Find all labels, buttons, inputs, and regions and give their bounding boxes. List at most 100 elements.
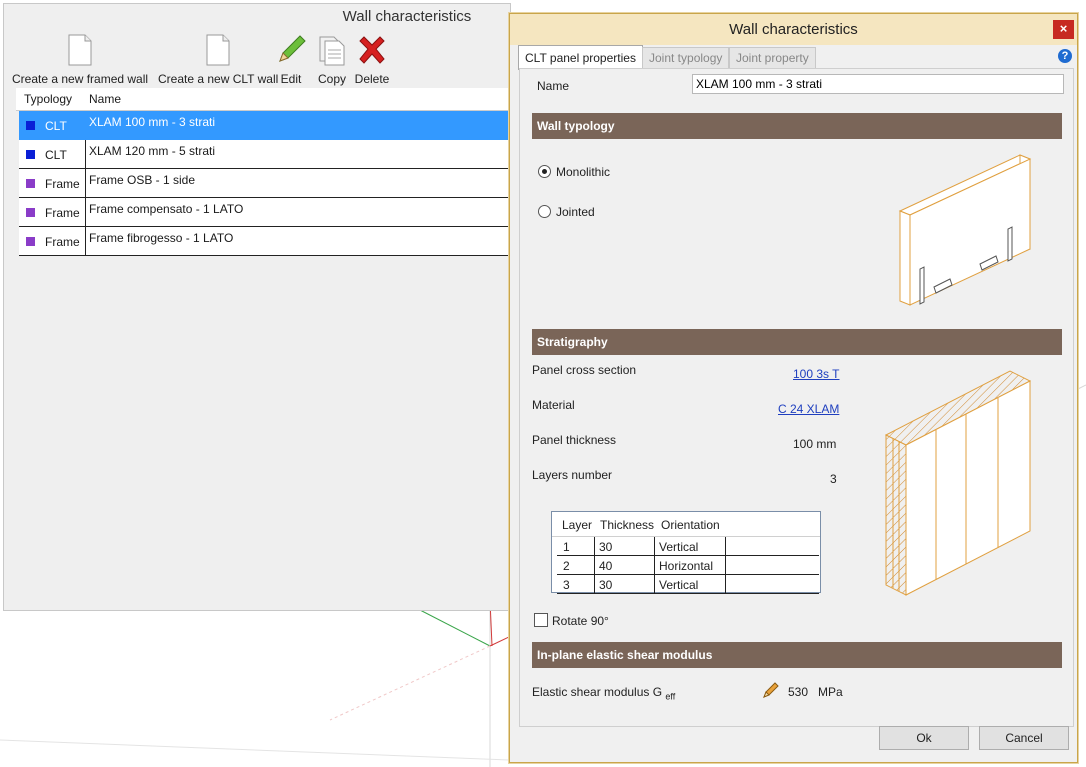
table-row[interactable]: 2 40 Horizontal	[557, 556, 819, 575]
shear-modulus-label-text: Elastic shear modulus G	[532, 685, 663, 699]
column-header-thickness: Thickness	[600, 518, 655, 532]
table-cell: 40	[599, 559, 613, 573]
column-divider	[85, 227, 86, 255]
row-name: Frame fibrogesso - 1 LATO	[89, 231, 234, 245]
stratigraphy-table: Layer Thickness Orientation 1 30 Vertical 2…	[551, 511, 821, 594]
panel-cross-section-label: Panel cross section	[532, 363, 637, 377]
layers-number-label: Layers number	[532, 468, 613, 482]
name-input[interactable]	[692, 74, 1064, 94]
column-divider	[654, 537, 655, 555]
column-header-name[interactable]: Name	[89, 88, 121, 110]
cancel-button[interactable]: Cancel	[979, 726, 1069, 750]
wall-list-grid: Typology Name CLT XLAM 100 mm - 3 strati C…	[16, 88, 510, 610]
table-row[interactable]: CLT XLAM 120 mm - 5 strati	[19, 140, 510, 169]
row-name: Frame OSB - 1 side	[89, 173, 196, 187]
panel-thickness-label: Panel thickness	[532, 433, 617, 447]
monolithic-wall-illustration	[898, 154, 1032, 306]
wall-typology-header: Wall typology	[532, 113, 1062, 139]
column-divider	[654, 575, 655, 593]
table-row[interactable]: Frame Frame compensato - 1 LATO	[19, 198, 510, 227]
table-cell: 30	[599, 540, 613, 554]
row-typology: CLT	[45, 119, 67, 133]
tab-joint-property[interactable]: Joint property	[729, 47, 816, 69]
column-divider	[654, 556, 655, 574]
tab-clt-panel-properties[interactable]: CLT panel properties	[518, 45, 643, 70]
column-header-orientation: Orientation	[661, 518, 720, 532]
table-row[interactable]: 3 30 Vertical	[557, 575, 819, 594]
help-icon[interactable]: ?	[1058, 49, 1072, 63]
row-name: XLAM 120 mm - 5 strati	[89, 144, 216, 158]
stratigraphy-header: Stratigraphy	[532, 329, 1062, 355]
material-link[interactable]: C 24 XLAM	[778, 402, 839, 416]
delete-button[interactable]: Delete	[354, 34, 390, 86]
name-label: Name	[537, 79, 570, 93]
row-typology: Frame	[45, 206, 80, 220]
typology-color-swatch	[26, 208, 35, 217]
table-cell: Horizontal	[659, 559, 714, 573]
row-typology: Frame	[45, 177, 80, 191]
column-divider	[725, 556, 726, 574]
dialog-title: Wall characteristics	[729, 21, 858, 38]
monolithic-label: Monolithic	[556, 165, 611, 179]
column-divider	[725, 537, 726, 555]
edit-button[interactable]: Edit	[276, 34, 306, 86]
column-header-typology[interactable]: Typology	[24, 88, 72, 110]
tab-joint-typology[interactable]: Joint typology	[642, 47, 730, 69]
layers-number-value: 3	[830, 472, 837, 486]
typology-color-swatch	[26, 121, 35, 130]
wall-characteristics-dialog: Wall characteristics × CLT panel propert…	[509, 13, 1078, 763]
row-typology: CLT	[45, 148, 67, 162]
table-cell: 30	[599, 578, 613, 592]
jointed-radio[interactable]	[538, 205, 551, 218]
table-row[interactable]: CLT XLAM 100 mm - 3 strati	[19, 111, 510, 140]
table-cell: 3	[563, 578, 570, 592]
panel-thickness-value: 100 mm	[793, 437, 837, 451]
wall-list-window: Wall characteristics Create a new framed…	[3, 3, 511, 611]
column-divider	[85, 169, 86, 197]
column-divider	[594, 537, 595, 555]
table-row[interactable]: 1 30 Vertical	[557, 537, 819, 556]
table-row[interactable]: Frame Frame fibrogesso - 1 LATO	[19, 227, 510, 256]
copy-icon	[319, 36, 345, 66]
typology-color-swatch	[26, 237, 35, 246]
shear-modulus-unit: MPa	[818, 685, 843, 699]
edit-pencil-icon[interactable]	[762, 681, 780, 699]
monolithic-radio[interactable]	[538, 165, 551, 178]
row-typology: Frame	[45, 235, 80, 249]
new-document-icon	[68, 34, 92, 66]
shear-modulus-header: In-plane elastic shear modulus	[532, 642, 1062, 668]
row-name: Frame compensato - 1 LATO	[89, 202, 244, 216]
column-divider	[594, 556, 595, 574]
create-clt-wall-button[interactable]: Create a new CLT wall	[158, 34, 278, 86]
close-icon[interactable]: ×	[1053, 20, 1074, 39]
jointed-label: Jointed	[556, 205, 595, 219]
create-framed-wall-button[interactable]: Create a new framed wall	[12, 34, 148, 86]
row-name: XLAM 100 mm - 3 strati	[89, 115, 216, 129]
column-divider	[85, 140, 86, 168]
rotate-90-label: Rotate 90°	[552, 614, 609, 628]
table-row[interactable]: Frame Frame OSB - 1 side	[19, 169, 510, 198]
copy-label: Copy	[317, 72, 346, 86]
shear-modulus-value: 530	[788, 685, 809, 699]
shear-modulus-subscript: eff	[665, 691, 676, 702]
shear-modulus-label: Elastic shear modulus G eff	[532, 685, 675, 701]
column-divider	[725, 575, 726, 593]
column-divider	[85, 111, 86, 139]
column-divider	[594, 575, 595, 593]
table-cell: 1	[563, 540, 570, 554]
delete-x-icon	[359, 36, 385, 64]
table-cell: Vertical	[659, 540, 699, 554]
delete-label: Delete	[354, 72, 390, 86]
column-header-layer: Layer	[562, 518, 593, 532]
copy-button[interactable]: Copy	[316, 34, 348, 86]
typology-color-swatch	[26, 179, 35, 188]
typology-color-swatch	[26, 150, 35, 159]
create-framed-wall-label: Create a new framed wall	[12, 72, 149, 86]
clt-panel-properties-panel: Name Wall typology Monolithic Jointed St…	[519, 68, 1074, 727]
ok-button[interactable]: Ok	[879, 726, 969, 750]
clt-stratigraphy-illustration	[884, 370, 1032, 596]
rotate-90-checkbox[interactable]	[534, 613, 548, 627]
panel-cross-section-link[interactable]: 100 3s T	[793, 367, 839, 381]
table-header-row: Layer Thickness Orientation	[552, 512, 820, 537]
table-cell: Vertical	[659, 578, 699, 592]
